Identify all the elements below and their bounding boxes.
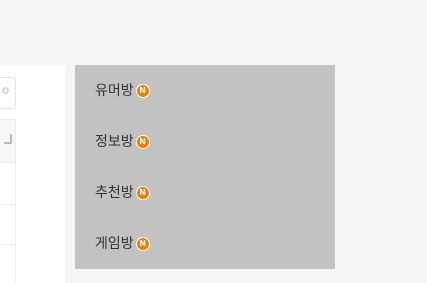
menu-item-humor[interactable]: 유머방 N xyxy=(95,79,150,103)
left-search-box[interactable] xyxy=(0,77,16,109)
left-list-row[interactable] xyxy=(0,245,16,283)
menu-item-info[interactable]: 정보방 N xyxy=(95,130,150,154)
left-tab[interactable] xyxy=(0,119,16,163)
menu-item-label: 유머방 xyxy=(95,83,134,99)
menu-item-game[interactable]: 게임방 N xyxy=(95,232,150,256)
new-badge-icon: N xyxy=(135,84,150,98)
new-badge-icon: N xyxy=(135,135,150,149)
new-badge-icon: N xyxy=(135,237,150,251)
menu-item-label: 게임방 xyxy=(95,236,134,252)
left-list-row[interactable] xyxy=(0,163,16,205)
new-badge-icon: N xyxy=(135,186,150,200)
left-content-panel xyxy=(0,65,65,283)
menu-item-label: 정보방 xyxy=(95,134,134,150)
tab-marker-icon xyxy=(4,134,12,144)
menu-item-recommend[interactable]: 추천방 N xyxy=(95,181,150,205)
left-list-row[interactable] xyxy=(0,205,16,245)
menu-item-label: 추천방 xyxy=(95,185,134,201)
board-dropdown-menu: 유머방 N 정보방 N 추천방 N 게임방 N xyxy=(75,65,335,269)
search-icon xyxy=(2,87,9,94)
